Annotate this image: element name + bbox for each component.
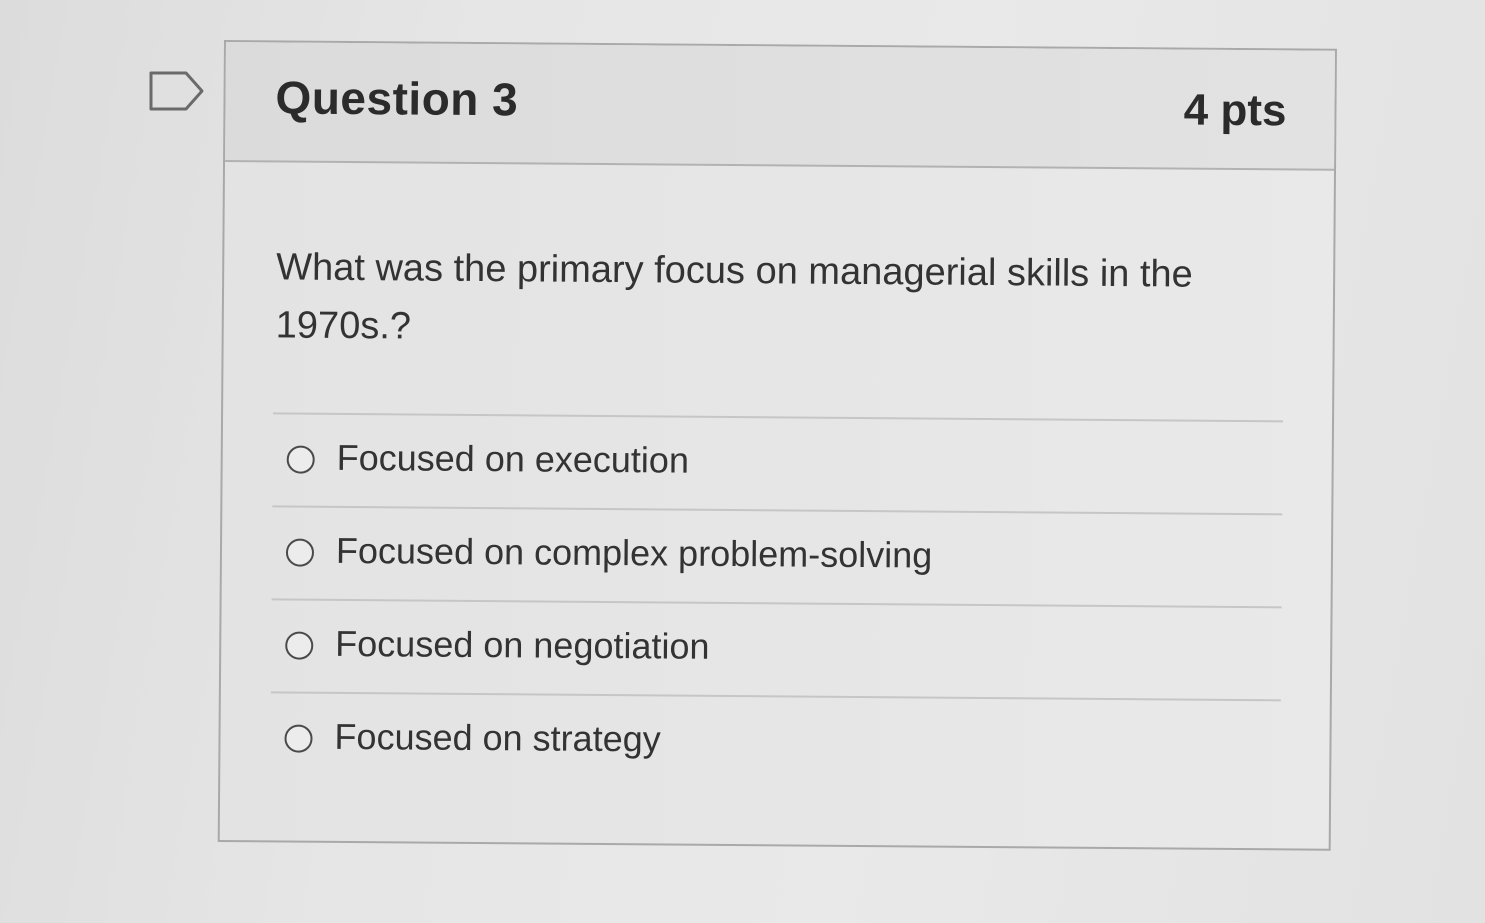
answer-list: Focused on execution Focused on complex … (270, 412, 1284, 793)
answer-label[interactable]: Focused on negotiation (335, 623, 710, 668)
radio-button-icon[interactable] (286, 445, 315, 474)
question-text: What was the primary focus on managerial… (275, 246, 1193, 348)
radio-button-icon[interactable] (284, 724, 313, 753)
question-card: Question 3 4 pts What was the primary fo… (217, 40, 1337, 851)
question-points: 4 pts (1183, 85, 1287, 136)
answer-label[interactable]: Focused on execution (337, 437, 690, 482)
answer-option[interactable]: Focused on strategy (270, 691, 1281, 793)
question-header: Question 3 4 pts (225, 42, 1335, 171)
answer-option[interactable]: Focused on negotiation (270, 598, 1282, 700)
answer-option[interactable]: Focused on execution (272, 412, 1284, 514)
radio-button-icon[interactable] (285, 538, 315, 567)
flag-question-icon[interactable] (148, 70, 206, 112)
answer-label[interactable]: Focused on complex problem-solving (336, 530, 933, 577)
question-title: Question 3 (275, 71, 519, 126)
answer-label[interactable]: Focused on strategy (334, 716, 660, 761)
answer-option[interactable]: Focused on complex problem-solving (271, 505, 1283, 607)
radio-button-icon[interactable] (285, 631, 314, 660)
